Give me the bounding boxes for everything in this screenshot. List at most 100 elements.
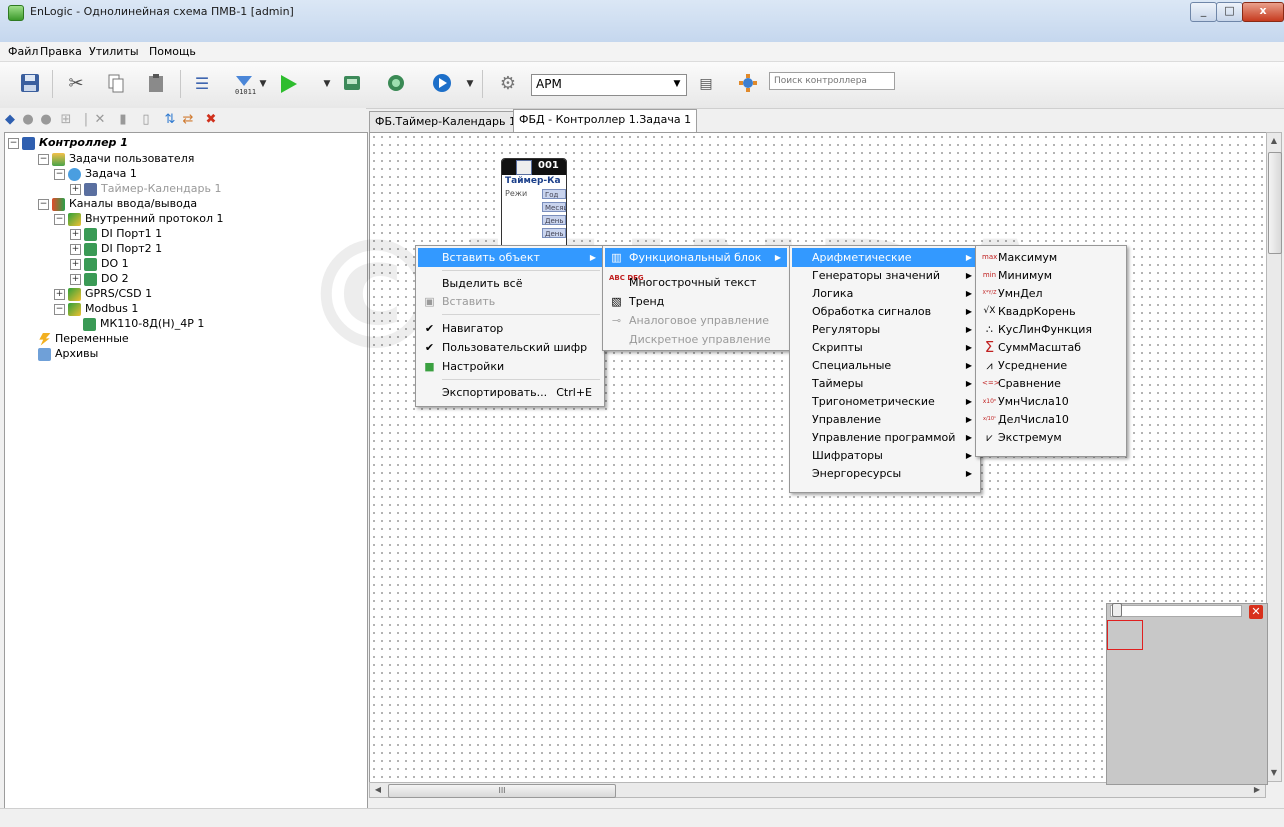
tab-fbd-task1[interactable]: ФБД - Контроллер 1.Задача 1: [513, 109, 698, 133]
delete-icon[interactable]: ✖: [203, 112, 219, 128]
tree-item-do1[interactable]: + DO 1: [70, 256, 129, 271]
expand-icon[interactable]: +: [70, 183, 81, 195]
category-control[interactable]: Управление ▶: [792, 410, 978, 429]
numbered-list-icon[interactable]: ☰: [190, 72, 214, 96]
collapse-icon[interactable]: −: [54, 303, 65, 315]
archive-icon[interactable]: ▯: [138, 112, 154, 128]
scroll-down-arrow[interactable]: ▼: [1267, 766, 1281, 780]
run-dropdown-arrow[interactable]: ▼: [322, 72, 332, 96]
debug-dropdown-arrow[interactable]: ▼: [465, 72, 475, 96]
category-arithmetic[interactable]: Арифметические ▶: [792, 248, 978, 267]
category-trigonometric[interactable]: Тригонометрические ▶: [792, 392, 978, 411]
channel-icon[interactable]: ⊞: [58, 112, 74, 128]
expand-icon[interactable]: +: [70, 258, 81, 270]
collapse-icon[interactable]: −: [54, 168, 65, 180]
menu-item-insert-object[interactable]: Вставить объект ▶: [418, 248, 602, 267]
gray-circle-icon[interactable]: ●: [20, 112, 36, 128]
close-icon[interactable]: ✕: [1249, 605, 1263, 619]
maximize-button[interactable]: □: [1216, 2, 1243, 22]
function-block-output[interactable]: День: [542, 215, 566, 225]
menu-item-export[interactable]: Экспортировать... Ctrl+E: [418, 383, 602, 402]
minimap-viewport[interactable]: [1107, 620, 1143, 650]
fb-extremum[interactable]: ⩗ Экстремум: [978, 428, 1124, 447]
vertical-scroll-thumb[interactable]: [1268, 152, 1282, 254]
tree-item-internal-protocol[interactable]: − Внутренний протокол 1: [54, 211, 224, 226]
zoom-slider[interactable]: [1110, 605, 1242, 617]
collapse-icon[interactable]: −: [54, 213, 65, 225]
tree-item-di-port2[interactable]: + DI Порт2 1: [70, 241, 162, 256]
tree-item-task1[interactable]: − Задача 1: [54, 166, 137, 181]
function-block-output[interactable]: Год: [542, 189, 566, 199]
category-scripts[interactable]: Скрипты ▶: [792, 338, 978, 357]
fb-maximum[interactable]: max Максимум: [978, 248, 1124, 267]
fb-square-root[interactable]: √X КвадрКорень: [978, 302, 1124, 321]
scroll-up-arrow[interactable]: ▲: [1267, 134, 1281, 148]
fb-averaging[interactable]: ⩘ Усреднение: [978, 356, 1124, 375]
fb-minimum[interactable]: min Минимум: [978, 266, 1124, 285]
paste-icon[interactable]: [144, 72, 168, 96]
tree-item-archives[interactable]: Архивы: [38, 346, 98, 361]
tree-item-di-port1[interactable]: + DI Порт1 1: [70, 226, 162, 241]
expand-icon[interactable]: +: [70, 243, 81, 255]
category-encoders[interactable]: Шифраторы ▶: [792, 446, 978, 465]
scroll-left-arrow[interactable]: ◀: [371, 783, 385, 797]
menu-item-settings[interactable]: ■ Настройки: [418, 357, 602, 376]
close-button[interactable]: x: [1242, 2, 1284, 22]
tree-item-modbus[interactable]: − Modbus 1: [54, 301, 138, 316]
category-program-control[interactable]: Управление программой ▶: [792, 428, 978, 447]
collapse-icon[interactable]: −: [38, 198, 49, 210]
fb-comparison[interactable]: <=> Сравнение: [978, 374, 1124, 393]
tree-item-controller[interactable]: − Контроллер 1: [8, 135, 128, 150]
menu-item-user-cipher[interactable]: ✔ Пользовательский шифр: [418, 338, 602, 357]
save-icon[interactable]: [18, 72, 42, 96]
category-timers[interactable]: Таймеры ▶: [792, 374, 978, 393]
gray-dot-icon[interactable]: ●: [38, 112, 54, 128]
tree-item-variables[interactable]: Переменные: [38, 331, 129, 346]
compile-dropdown-arrow[interactable]: ▼: [258, 72, 268, 96]
apm-select[interactable]: АРМ ▼: [531, 74, 687, 96]
minimize-button[interactable]: _: [1190, 2, 1217, 22]
menu-item-select-all[interactable]: Выделить всё: [418, 274, 602, 293]
category-special[interactable]: Специальные ▶: [792, 356, 978, 375]
tree-item-mk110[interactable]: МК110-8Д(Н)_4Р 1: [83, 316, 204, 331]
tree-item-timer-calendar[interactable]: + Таймер-Календарь 1: [70, 181, 221, 196]
sync-icon[interactable]: [384, 72, 408, 96]
tree-item-gprs[interactable]: + GPRS/CSD 1: [54, 286, 152, 301]
category-generators[interactable]: Генераторы значений ▶: [792, 266, 978, 285]
menu-item-trend[interactable]: ▧ Тренд: [605, 292, 787, 311]
function-block-input[interactable]: Режи: [505, 189, 527, 198]
gear-icon[interactable]: ⚙: [496, 72, 520, 96]
zoom-slider-knob[interactable]: [1112, 603, 1122, 617]
menu-item-analog-control[interactable]: ⊸ Аналоговое управление: [605, 311, 787, 330]
menu-file[interactable]: Файл: [8, 45, 38, 58]
controller-search-input[interactable]: [769, 72, 895, 90]
menu-item-paste[interactable]: ▣ Вставить: [418, 292, 602, 311]
fb-sum-scale[interactable]: Σ СуммМасштаб: [978, 338, 1124, 357]
fb-div-pow10[interactable]: x/10ⁿ ДелЧисла10: [978, 410, 1124, 429]
tree-item-do2[interactable]: + DO 2: [70, 271, 129, 286]
controller-add-icon[interactable]: ◆: [2, 112, 18, 128]
menu-edit[interactable]: Правка: [40, 45, 82, 58]
debug-icon[interactable]: [430, 72, 454, 96]
network-icon[interactable]: [736, 72, 760, 96]
menu-help[interactable]: Помощь: [149, 45, 196, 58]
expand-icon[interactable]: +: [70, 228, 81, 240]
collapse-icon[interactable]: −: [38, 153, 49, 165]
download-icon[interactable]: [340, 72, 364, 96]
tree-item-io-channels[interactable]: − Каналы ввода/вывода: [38, 196, 197, 211]
tab-timer-calendar[interactable]: ФБ.Таймер-Календарь 1: [369, 111, 522, 132]
copy-icon[interactable]: [104, 72, 128, 96]
trash-icon[interactable]: ▮: [115, 112, 131, 128]
run-icon[interactable]: [276, 72, 300, 96]
fb-piecewise-linear[interactable]: ∴ КусЛинФункция: [978, 320, 1124, 339]
document-icon[interactable]: ▤: [694, 72, 718, 96]
menu-item-function-block[interactable]: ▥ Функциональный блок ▶: [605, 248, 787, 267]
menu-item-discrete-control[interactable]: Дискретное управление: [605, 330, 787, 349]
fb-mul-pow10[interactable]: x10ⁿ УмнЧисла10: [978, 392, 1124, 411]
menu-utilities[interactable]: Утилиты: [89, 45, 139, 58]
import-icon[interactable]: ⇅: [162, 112, 178, 128]
cut-icon[interactable]: ✂: [64, 72, 88, 96]
horizontal-scroll-thumb[interactable]: III: [388, 784, 616, 798]
category-regulators[interactable]: Регуляторы ▶: [792, 320, 978, 339]
expand-icon[interactable]: +: [54, 288, 65, 300]
